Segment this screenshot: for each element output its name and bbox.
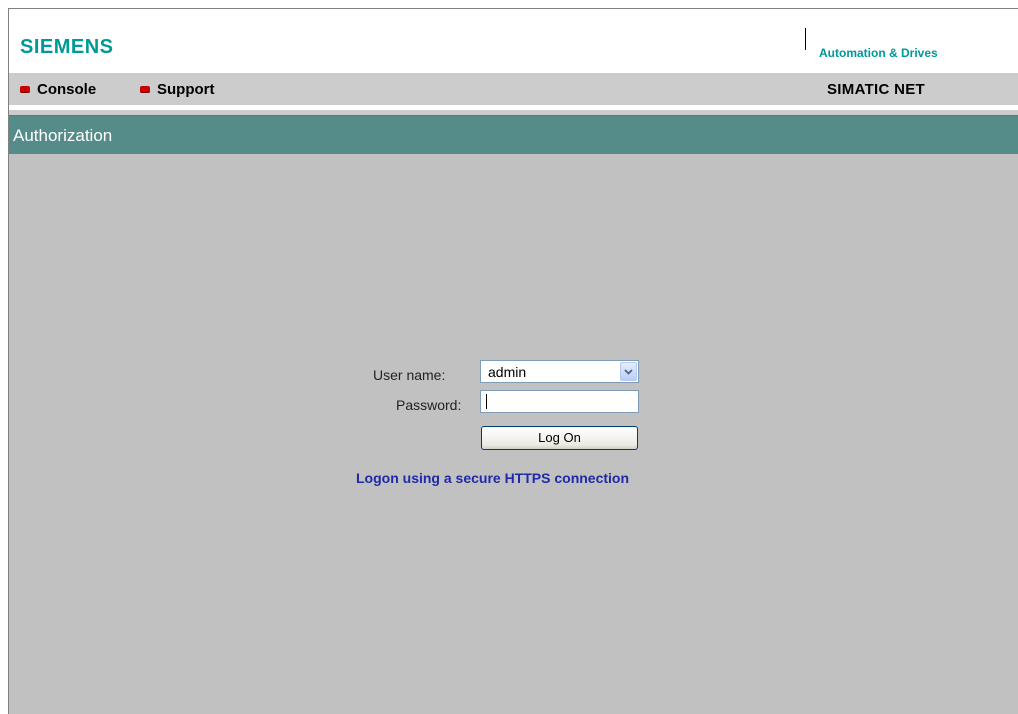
- chevron-down-icon[interactable]: [620, 362, 637, 381]
- username-selected-value: admin: [488, 363, 527, 380]
- browser-frame: SIEMENS Automation & Drives Console Supp…: [8, 8, 1018, 714]
- username-label: User name:: [373, 367, 446, 383]
- page-header: SIEMENS Automation & Drives: [9, 9, 1018, 73]
- nav-bar: Console Support SIMATIC NET: [9, 73, 1018, 105]
- siemens-logo: SIEMENS: [20, 36, 114, 58]
- log-on-button[interactable]: Log On: [481, 426, 638, 450]
- product-name: SIMATIC NET: [827, 81, 926, 98]
- nav-bullet-icon: [20, 86, 30, 93]
- header-tagline: Automation & Drives: [819, 46, 938, 60]
- nav-item-support[interactable]: Support: [140, 81, 215, 98]
- password-input[interactable]: [480, 390, 639, 413]
- header-divider: [805, 28, 806, 50]
- text-caret: [486, 394, 487, 409]
- page-title-bar: Authorization: [9, 115, 1018, 154]
- username-select[interactable]: admin: [480, 360, 639, 383]
- nav-item-label: Console: [37, 81, 97, 98]
- https-logon-link[interactable]: Logon using a secure HTTPS connection: [356, 470, 629, 486]
- login-content-area: User name: admin Password: Log On Logon …: [9, 154, 1018, 714]
- password-label: Password:: [396, 397, 462, 413]
- nav-bullet-icon: [140, 86, 150, 93]
- nav-item-console[interactable]: Console: [20, 81, 96, 98]
- page-title: Authorization: [13, 126, 113, 145]
- nav-item-label: Support: [157, 81, 215, 98]
